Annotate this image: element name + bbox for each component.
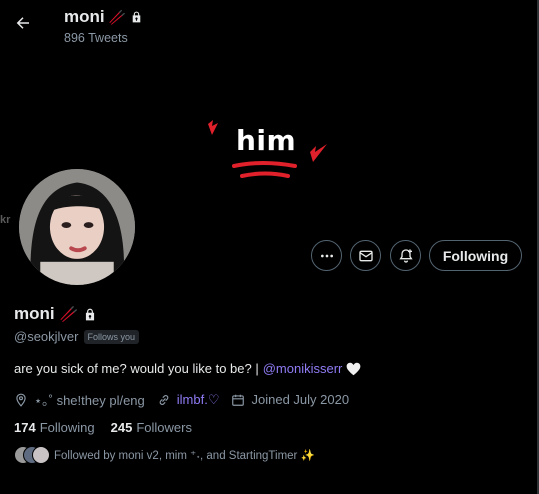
heart-left-icon (208, 120, 218, 135)
joined-text: Joined July 2020 (251, 392, 350, 407)
calendar-icon (232, 394, 245, 406)
arrow-left-icon (16, 17, 29, 29)
message-button[interactable] (350, 240, 381, 271)
bio-text: are you sick of me? would you like to be… (14, 361, 259, 376)
lock-icon (132, 11, 141, 23)
website-link[interactable]: ilmbf.♡ (177, 392, 220, 408)
header-title: moni 🥢 (64, 7, 143, 27)
more-button[interactable] (311, 240, 342, 271)
following-stat-link[interactable]: 174 Following (14, 420, 95, 435)
bell-plus-icon (398, 248, 413, 263)
notify-button[interactable] (390, 240, 421, 271)
link-icon (159, 394, 169, 405)
underline-stroke-2 (240, 171, 290, 178)
mini-avatar (32, 446, 50, 464)
following-button[interactable]: Following (429, 240, 522, 271)
follows-you-badge: Follows you (83, 329, 140, 344)
edge-fragment: kr (0, 214, 11, 226)
followers-label: Followers (136, 420, 192, 435)
heart-right-icon (310, 144, 327, 162)
following-count: 174 (14, 420, 36, 435)
handle-row: @seokjlver Follows you (14, 329, 140, 344)
bio-mention-link[interactable]: @monikisserr (263, 361, 343, 376)
followers-count: 245 (110, 420, 133, 435)
profile-bio: are you sick of me? would you like to be… (14, 361, 361, 376)
profile-meta: ⋆｡˚ she!they pl/eng ilmbf.♡ Joined July … (14, 390, 361, 409)
back-button[interactable] (8, 8, 38, 38)
profile-name: moni (14, 304, 55, 323)
underline-stroke (232, 161, 297, 168)
following-label: Following (39, 420, 95, 435)
followers-stat-link[interactable]: 245 Followers (111, 420, 192, 435)
followed-by-avatars (14, 446, 50, 464)
profile-handle: @seokjlver (14, 329, 79, 344)
banner-text: him (236, 124, 297, 157)
header-name: moni (64, 7, 105, 26)
profile-name-row: moni 🥢 (14, 304, 97, 324)
more-icon (320, 254, 333, 257)
followed-by-text: Followed by moni v2, mim ⁺˖, and Startin… (54, 450, 315, 462)
location-item: ⋆｡˚ she!they pl/eng (14, 390, 145, 409)
tweets-count: 896 Tweets (64, 31, 128, 45)
avatar[interactable] (16, 166, 138, 288)
envelope-icon (358, 250, 373, 261)
location-text: ⋆｡˚ she!they pl/eng (34, 393, 145, 408)
chopsticks-icon: 🥢 (108, 8, 127, 25)
location-pin-icon (16, 393, 26, 407)
avatar-photo (19, 169, 135, 285)
top-bar: moni 🥢 896 Tweets (0, 0, 537, 50)
profile-page: moni 🥢 896 Tweets him kr Following moni … (0, 0, 539, 494)
chopsticks-icon: 🥢 (59, 306, 79, 323)
followed-by-row[interactable]: Followed by moni v2, mim ⁺˖, and Startin… (14, 446, 315, 464)
lock-icon (86, 308, 95, 320)
website-item: ilmbf.♡ (157, 392, 220, 408)
follow-stats: 174 Following 245 Followers (14, 420, 192, 435)
white-heart-icon (347, 362, 361, 375)
joined-item: Joined July 2020 (231, 392, 349, 407)
